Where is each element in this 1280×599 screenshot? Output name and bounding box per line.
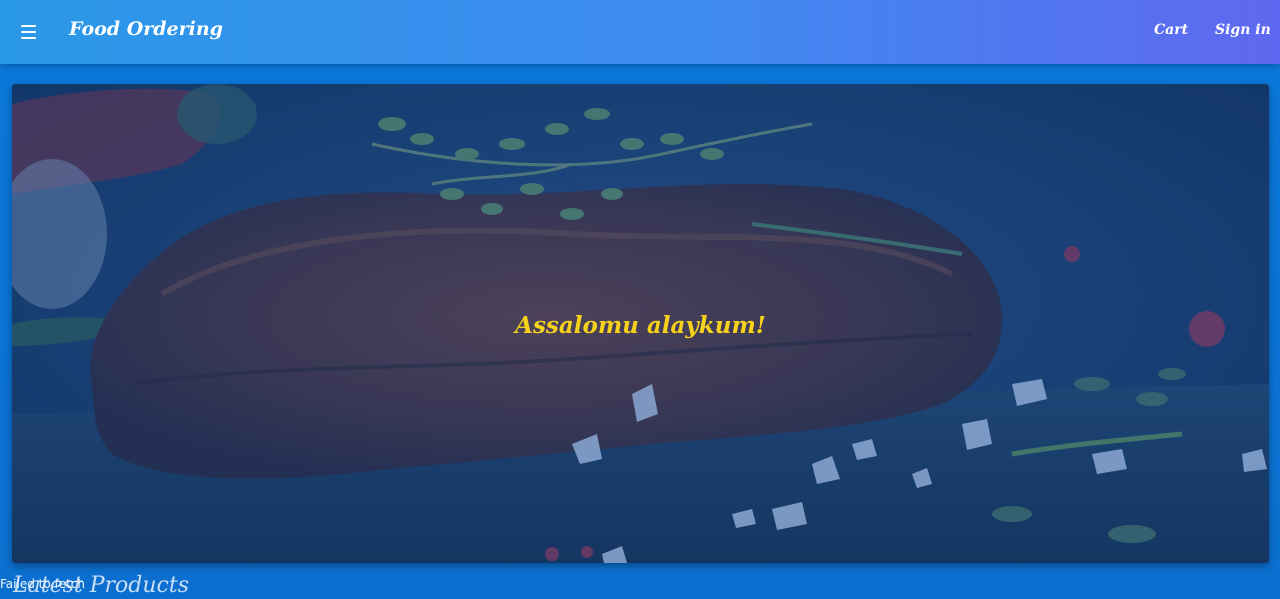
brand-title[interactable]: Food Ordering: [69, 18, 223, 40]
top-app-bar: Food Ordering Cart Sign in: [0, 0, 1280, 64]
sign-in-link[interactable]: Sign in: [1215, 22, 1271, 38]
main-content: Assalomu alaykum!: [0, 64, 1280, 599]
cart-link[interactable]: Cart: [1154, 22, 1188, 38]
latest-products-heading: Latest Products: [13, 573, 189, 598]
hero-greeting: Assalomu alaykum!: [515, 312, 766, 339]
hamburger-menu-icon[interactable]: [12, 16, 44, 48]
section-header-area: Failed to fetch Latest Products: [0, 573, 260, 599]
hero-banner: Assalomu alaykum!: [12, 84, 1269, 563]
